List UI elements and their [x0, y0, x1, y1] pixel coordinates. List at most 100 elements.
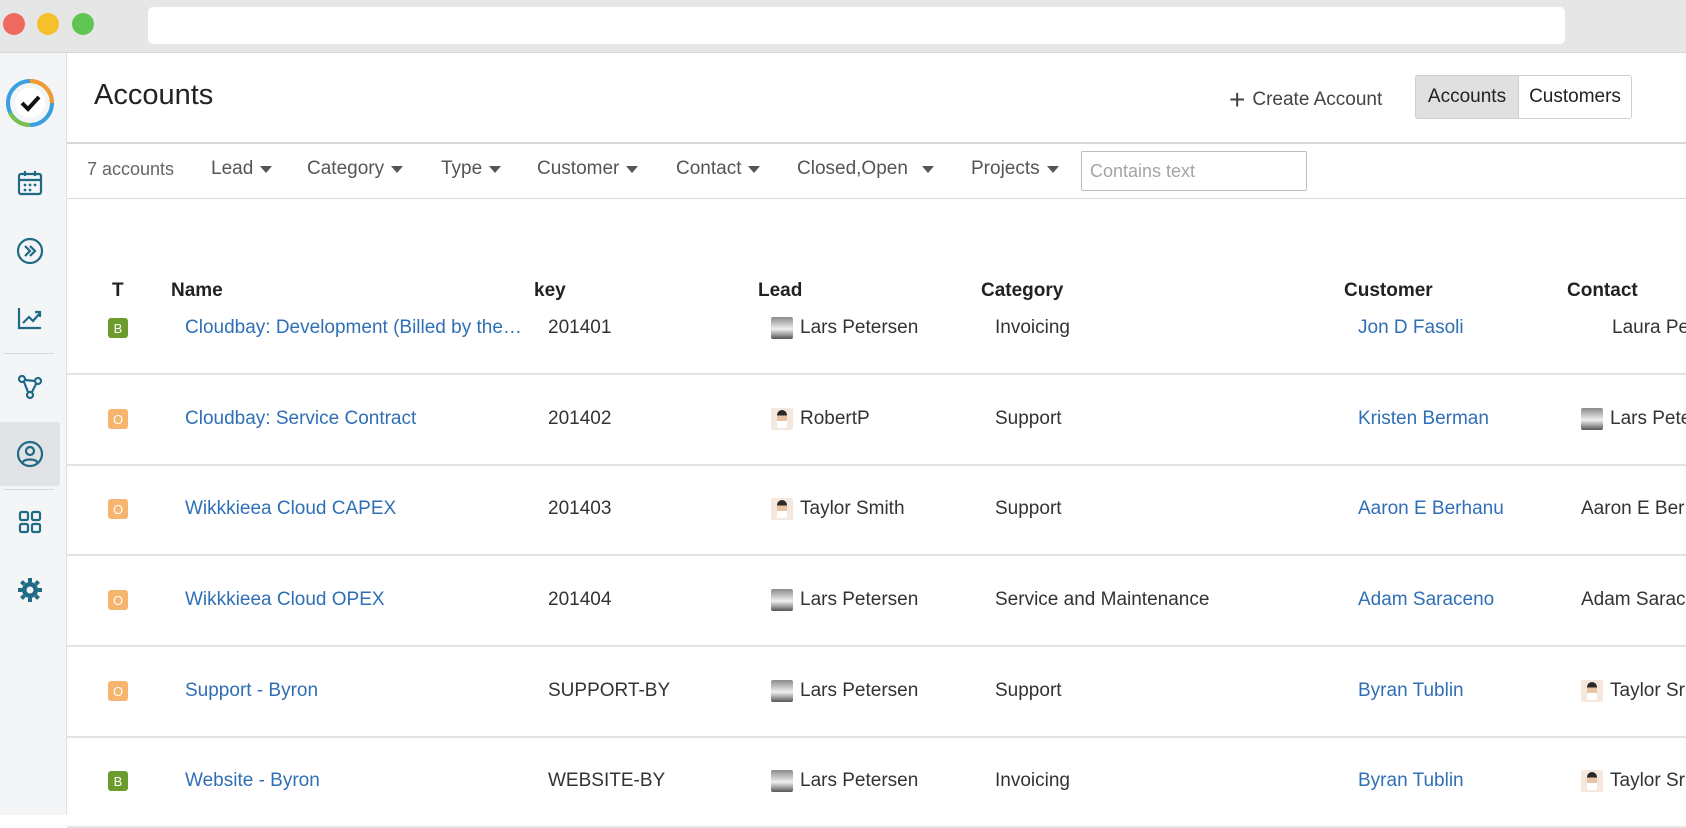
caret-down-icon [748, 165, 761, 173]
category-cell: Service and Maintenance [995, 589, 1210, 610]
table-row[interactable]: B Cloudbay: Development (Billed by the… … [67, 283, 1686, 375]
filter-label: Type [441, 158, 483, 179]
create-account-label: Create Account [1252, 89, 1383, 110]
key-cell: 201404 [548, 589, 612, 610]
customer-link[interactable]: Byran Tublin [1358, 770, 1464, 792]
accounts-count: 7 accounts [87, 159, 175, 179]
maximize-window-button[interactable] [72, 13, 94, 35]
lead-cell: Taylor Smith [771, 464, 971, 554]
filter-contact[interactable]: Contact [676, 158, 761, 180]
name-cell[interactable]: Cloudbay: Development (Billed by the… [185, 283, 537, 373]
type-cell: O [108, 646, 138, 736]
avatar [771, 680, 793, 702]
filter-customer[interactable]: Customer [537, 158, 639, 180]
gear-icon[interactable] [0, 558, 60, 622]
browser-chrome [0, 0, 1686, 53]
customer-cell[interactable]: Byran Tublin [1358, 646, 1568, 736]
filter-label: Contact [676, 158, 742, 179]
contains-text-input[interactable] [1081, 151, 1307, 191]
sidebar-divider [4, 353, 54, 354]
type-badge: O [108, 499, 128, 519]
key-cell: SUPPORT-BY [548, 680, 671, 701]
chart-trend-icon[interactable] [0, 286, 60, 350]
name-cell[interactable]: Cloudbay: Service Contract [185, 374, 537, 464]
filter-projects[interactable]: Projects [971, 158, 1059, 180]
contact-name: Lars Pete [1610, 408, 1686, 429]
caret-down-icon [1046, 165, 1059, 173]
filter-type[interactable]: Type [441, 158, 502, 180]
filter-category[interactable]: Category [307, 158, 404, 180]
filter-label: Customer [537, 158, 620, 179]
avatar [771, 408, 793, 430]
contact-cell: Lars Pete [1581, 374, 1686, 464]
grid-apps-icon[interactable] [0, 490, 60, 554]
category-cell: Invoicing [995, 770, 1070, 791]
contact-name: Taylor Sr [1610, 680, 1685, 701]
customer-cell[interactable]: Jon D Fasoli [1358, 283, 1568, 373]
accounts-toggle-button[interactable]: Accounts [1415, 75, 1519, 119]
name-cell[interactable]: Wikkkieea Cloud OPEX [185, 555, 537, 645]
filter-divider [67, 198, 1686, 199]
minimize-window-button[interactable] [37, 13, 59, 35]
header-divider [67, 142, 1686, 144]
contact-cell: Taylor Sr [1581, 736, 1686, 826]
type-badge: O [108, 681, 128, 701]
customer-link[interactable]: Jon D Fasoli [1358, 317, 1464, 339]
view-toggle: Accounts Customers [1415, 75, 1632, 119]
category-cell: Invoicing [995, 317, 1070, 338]
filter-status[interactable]: Closed,Open [797, 158, 934, 180]
caret-down-icon [921, 165, 934, 173]
table-row[interactable]: O Cloudbay: Service Contract 201402 Robe… [67, 374, 1686, 466]
customer-link[interactable]: Kristen Berman [1358, 408, 1489, 430]
category-cell: Support [995, 680, 1062, 701]
type-cell: O [108, 374, 138, 464]
user-circle-icon[interactable] [0, 422, 60, 486]
lead-name: Lars Petersen [800, 680, 919, 701]
filter-label: Lead [211, 158, 254, 179]
avatar [1581, 680, 1603, 702]
logo-check-icon[interactable] [0, 67, 60, 139]
lead-cell: Lars Petersen [771, 555, 971, 645]
table-row[interactable]: O Wikkkieea Cloud OPEX 201404 Lars Peter… [67, 555, 1686, 647]
address-bar[interactable] [148, 7, 1565, 44]
graph-nodes-icon[interactable] [0, 355, 60, 419]
customer-cell[interactable]: Kristen Berman [1358, 374, 1568, 464]
avatar [1581, 770, 1603, 792]
key-cell: 201403 [548, 498, 612, 519]
table-row[interactable]: O Wikkkieea Cloud CAPEX 201403 Taylor Sm… [67, 464, 1686, 556]
account-name-link[interactable]: Wikkkieea Cloud OPEX [185, 589, 385, 611]
customer-link[interactable]: Byran Tublin [1358, 680, 1464, 702]
category-cell: Support [995, 408, 1062, 429]
table-row[interactable]: B Website - Byron WEBSITE-BY Lars Peters… [67, 736, 1686, 828]
type-badge: B [108, 771, 128, 791]
account-name-link[interactable]: Website - Byron [185, 770, 320, 792]
customer-cell[interactable]: Adam Saraceno [1358, 555, 1568, 645]
account-name-link[interactable]: Wikkkieea Cloud CAPEX [185, 498, 396, 520]
forward-circle-icon[interactable] [0, 219, 60, 283]
customer-cell[interactable]: Aaron E Berhanu [1358, 464, 1568, 554]
page-title: Accounts [94, 79, 214, 111]
name-cell[interactable]: Wikkkieea Cloud CAPEX [185, 464, 537, 554]
customer-link[interactable]: Adam Saraceno [1358, 589, 1494, 611]
key-cell: 201401 [548, 317, 612, 338]
type-cell: B [108, 283, 138, 373]
close-window-button[interactable] [3, 13, 25, 35]
contact-name: Aaron E Ber [1581, 498, 1685, 519]
customer-link[interactable]: Aaron E Berhanu [1358, 498, 1504, 520]
name-cell[interactable]: Website - Byron [185, 736, 537, 826]
lead-cell: Lars Petersen [771, 283, 971, 373]
avatar [771, 498, 793, 520]
calendar-icon[interactable] [0, 151, 60, 215]
account-name-link[interactable]: Cloudbay: Service Contract [185, 408, 416, 430]
table-row[interactable]: O Support - Byron SUPPORT-BY Lars Peters… [67, 646, 1686, 738]
type-badge: B [108, 318, 128, 338]
customers-toggle-button[interactable]: Customers [1519, 75, 1632, 119]
sidebar [0, 53, 67, 815]
contact-name: Laura Pe [1612, 317, 1686, 338]
filter-lead[interactable]: Lead [211, 158, 273, 180]
create-account-button[interactable]: + Create Account [1229, 83, 1382, 117]
account-name-link[interactable]: Support - Byron [185, 680, 318, 702]
customer-cell[interactable]: Byran Tublin [1358, 736, 1568, 826]
account-name-link[interactable]: Cloudbay: Development (Billed by the… [185, 317, 522, 339]
name-cell[interactable]: Support - Byron [185, 646, 537, 736]
